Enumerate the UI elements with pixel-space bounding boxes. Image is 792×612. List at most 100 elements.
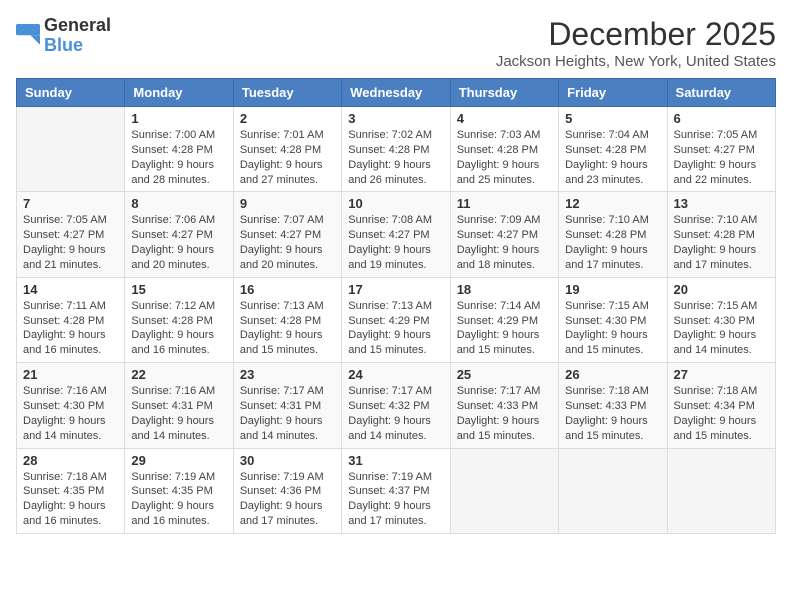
day-number: 14 <box>23 282 118 297</box>
day-info: Sunrise: 7:13 AMSunset: 4:29 PMDaylight:… <box>348 299 443 358</box>
calendar-cell: 15 Sunrise: 7:12 AMSunset: 4:28 PMDayligh… <box>125 277 233 362</box>
day-number: 20 <box>674 282 769 297</box>
day-info: Sunrise: 7:12 AMSunset: 4:28 PMDaylight:… <box>131 299 226 358</box>
calendar-cell: 22 Sunrise: 7:16 AMSunset: 4:31 PMDayligh… <box>125 363 233 448</box>
calendar-week-row: 1Sunrise: 7:00 AMSunset: 4:28 PMDaylight… <box>17 107 776 192</box>
day-info: Sunrise: 7:08 AMSunset: 4:27 PMDaylight:… <box>348 213 443 272</box>
calendar-header-monday: Monday <box>125 79 233 107</box>
day-number: 16 <box>240 282 335 297</box>
calendar-cell: 7Sunrise: 7:05 AMSunset: 4:27 PMDaylight… <box>17 192 125 277</box>
day-number: 2 <box>240 111 335 126</box>
day-info: Sunrise: 7:14 AMSunset: 4:29 PMDaylight:… <box>457 299 552 358</box>
day-number: 11 <box>457 196 552 211</box>
calendar: SundayMondayTuesdayWednesdayThursdayFrid… <box>16 78 776 534</box>
logo-text-general: General <box>44 15 111 35</box>
header: General Blue December 2025 Jackson Heigh… <box>16 16 776 70</box>
day-info: Sunrise: 7:05 AMSunset: 4:27 PMDaylight:… <box>674 128 769 187</box>
day-info: Sunrise: 7:17 AMSunset: 4:32 PMDaylight:… <box>348 384 443 443</box>
calendar-week-row: 7Sunrise: 7:05 AMSunset: 4:27 PMDaylight… <box>17 192 776 277</box>
calendar-cell: 3 Sunrise: 7:02 AMSunset: 4:28 PMDaylight… <box>342 107 450 192</box>
calendar-cell: 20 Sunrise: 7:15 AMSunset: 4:30 PMDayligh… <box>667 277 775 362</box>
calendar-cell <box>17 107 125 192</box>
calendar-header-saturday: Saturday <box>667 79 775 107</box>
day-number: 3 <box>348 111 443 126</box>
calendar-header-wednesday: Wednesday <box>342 79 450 107</box>
day-info: Sunrise: 7:06 AMSunset: 4:27 PMDaylight:… <box>131 213 226 272</box>
day-number: 19 <box>565 282 660 297</box>
day-number: 27 <box>674 367 769 382</box>
day-info: Sunrise: 7:18 AMSunset: 4:33 PMDaylight:… <box>565 384 660 443</box>
calendar-cell: 19 Sunrise: 7:15 AMSunset: 4:30 PMDayligh… <box>559 277 667 362</box>
calendar-cell: 8Sunrise: 7:06 AMSunset: 4:27 PMDaylight… <box>125 192 233 277</box>
day-info: Sunrise: 7:15 AMSunset: 4:30 PMDaylight:… <box>674 299 769 358</box>
month-title: December 2025 <box>496 16 776 53</box>
calendar-cell: 23Sunrise: 7:17 AMSunset: 4:31 PMDayligh… <box>233 363 341 448</box>
calendar-cell: 26 Sunrise: 7:18 AMSunset: 4:33 PMDayligh… <box>559 363 667 448</box>
calendar-header-tuesday: Tuesday <box>233 79 341 107</box>
day-info: Sunrise: 7:02 AMSunset: 4:28 PMDaylight:… <box>348 128 443 187</box>
calendar-cell: 10 Sunrise: 7:08 AMSunset: 4:27 PMDayligh… <box>342 192 450 277</box>
day-info: Sunrise: 7:16 AMSunset: 4:31 PMDaylight:… <box>131 384 226 443</box>
day-info: Sunrise: 7:18 AMSunset: 4:35 PMDaylight:… <box>23 470 118 529</box>
calendar-cell: 1Sunrise: 7:00 AMSunset: 4:28 PMDaylight… <box>125 107 233 192</box>
calendar-cell <box>559 448 667 533</box>
calendar-cell: 14Sunrise: 7:11 AMSunset: 4:28 PMDayligh… <box>17 277 125 362</box>
calendar-header-thursday: Thursday <box>450 79 558 107</box>
calendar-cell: 31 Sunrise: 7:19 AMSunset: 4:37 PMDayligh… <box>342 448 450 533</box>
day-info: Sunrise: 7:04 AMSunset: 4:28 PMDaylight:… <box>565 128 660 187</box>
day-number: 10 <box>348 196 443 211</box>
day-number: 9 <box>240 196 335 211</box>
day-info: Sunrise: 7:01 AMSunset: 4:28 PMDaylight:… <box>240 128 335 187</box>
calendar-cell: 28 Sunrise: 7:18 AMSunset: 4:35 PMDayligh… <box>17 448 125 533</box>
day-number: 26 <box>565 367 660 382</box>
calendar-cell: 9 Sunrise: 7:07 AMSunset: 4:27 PMDaylight… <box>233 192 341 277</box>
day-info: Sunrise: 7:19 AMSunset: 4:35 PMDaylight:… <box>131 470 226 529</box>
calendar-cell: 24 Sunrise: 7:17 AMSunset: 4:32 PMDayligh… <box>342 363 450 448</box>
day-number: 15 <box>131 282 226 297</box>
day-number: 24 <box>348 367 443 382</box>
day-number: 21 <box>23 367 118 382</box>
day-number: 17 <box>348 282 443 297</box>
calendar-cell: 17 Sunrise: 7:13 AMSunset: 4:29 PMDayligh… <box>342 277 450 362</box>
day-info: Sunrise: 7:15 AMSunset: 4:30 PMDaylight:… <box>565 299 660 358</box>
day-number: 6 <box>674 111 769 126</box>
day-info: Sunrise: 7:13 AMSunset: 4:28 PMDaylight:… <box>240 299 335 358</box>
day-number: 22 <box>131 367 226 382</box>
logo-icon <box>16 24 40 48</box>
day-info: Sunrise: 7:07 AMSunset: 4:27 PMDaylight:… <box>240 213 335 272</box>
day-number: 25 <box>457 367 552 382</box>
day-number: 1 <box>131 111 226 126</box>
day-info: Sunrise: 7:05 AMSunset: 4:27 PMDaylight:… <box>23 213 118 272</box>
day-number: 12 <box>565 196 660 211</box>
calendar-cell: 4 Sunrise: 7:03 AMSunset: 4:28 PMDaylight… <box>450 107 558 192</box>
calendar-week-row: 21 Sunrise: 7:16 AMSunset: 4:30 PMDayligh… <box>17 363 776 448</box>
calendar-cell: 12 Sunrise: 7:10 AMSunset: 4:28 PMDayligh… <box>559 192 667 277</box>
day-number: 29 <box>131 453 226 468</box>
calendar-cell: 30Sunrise: 7:19 AMSunset: 4:36 PMDayligh… <box>233 448 341 533</box>
day-info: Sunrise: 7:10 AMSunset: 4:28 PMDaylight:… <box>565 213 660 272</box>
day-number: 28 <box>23 453 118 468</box>
day-number: 23 <box>240 367 335 382</box>
location: Jackson Heights, New York, United States <box>496 53 776 70</box>
calendar-cell <box>450 448 558 533</box>
day-info: Sunrise: 7:16 AMSunset: 4:30 PMDaylight:… <box>23 384 118 443</box>
logo: General Blue <box>16 16 111 56</box>
day-number: 18 <box>457 282 552 297</box>
day-number: 4 <box>457 111 552 126</box>
calendar-cell: 11Sunrise: 7:09 AMSunset: 4:27 PMDayligh… <box>450 192 558 277</box>
calendar-cell: 6 Sunrise: 7:05 AMSunset: 4:27 PMDaylight… <box>667 107 775 192</box>
calendar-header-friday: Friday <box>559 79 667 107</box>
calendar-week-row: 14Sunrise: 7:11 AMSunset: 4:28 PMDayligh… <box>17 277 776 362</box>
calendar-cell: 2 Sunrise: 7:01 AMSunset: 4:28 PMDaylight… <box>233 107 341 192</box>
day-info: Sunrise: 7:19 AMSunset: 4:37 PMDaylight:… <box>348 470 443 529</box>
calendar-cell: 18 Sunrise: 7:14 AMSunset: 4:29 PMDayligh… <box>450 277 558 362</box>
day-info: Sunrise: 7:03 AMSunset: 4:28 PMDaylight:… <box>457 128 552 187</box>
day-info: Sunrise: 7:10 AMSunset: 4:28 PMDaylight:… <box>674 213 769 272</box>
calendar-cell: 25Sunrise: 7:17 AMSunset: 4:33 PMDayligh… <box>450 363 558 448</box>
calendar-week-row: 28 Sunrise: 7:18 AMSunset: 4:35 PMDayligh… <box>17 448 776 533</box>
day-number: 31 <box>348 453 443 468</box>
calendar-header-row: SundayMondayTuesdayWednesdayThursdayFrid… <box>17 79 776 107</box>
calendar-cell: 5Sunrise: 7:04 AMSunset: 4:28 PMDaylight… <box>559 107 667 192</box>
day-info: Sunrise: 7:18 AMSunset: 4:34 PMDaylight:… <box>674 384 769 443</box>
calendar-cell: 13Sunrise: 7:10 AMSunset: 4:28 PMDayligh… <box>667 192 775 277</box>
